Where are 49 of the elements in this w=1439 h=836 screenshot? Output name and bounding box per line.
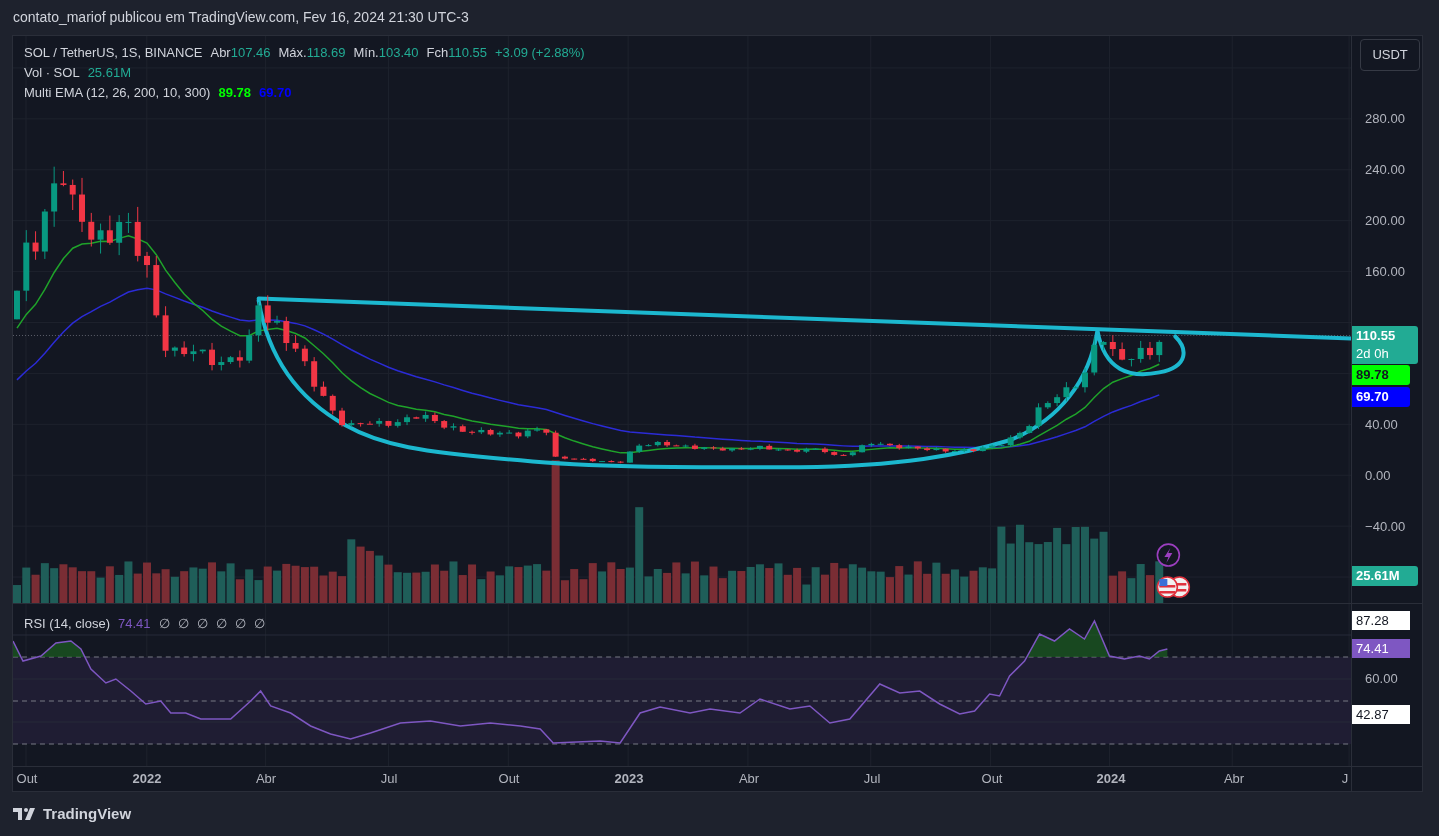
rsi-tick: 60.00 (1365, 671, 1398, 687)
price-label: 25.61M (1352, 566, 1419, 586)
price-tick: 280.00 (1365, 111, 1405, 127)
price-label: 110.55 2d 0h (1352, 326, 1419, 364)
rsi-label: 42.87 (1352, 705, 1411, 724)
ohlc-value: Mín.103.40 (353, 44, 419, 61)
rsi-label: 87.28 (1352, 611, 1411, 630)
time-tick: Jul (863, 771, 881, 787)
price-label: 69.70 (1352, 387, 1411, 407)
indicator-value: ∅ (158, 615, 170, 632)
time-tick: Out (498, 771, 520, 787)
price-tick: 40.00 (1365, 417, 1398, 433)
time-tick: 2023 (614, 771, 644, 787)
ohlc-value: Fch110.55 (426, 44, 487, 61)
time-tick: Out (16, 771, 38, 787)
brand-name: TradingView (43, 803, 132, 824)
time-tick: Abr (1223, 771, 1245, 787)
currency-button[interactable]: USDT (1360, 39, 1421, 71)
indicator-label: Vol · SOL (24, 64, 80, 81)
time-tick: 2022 (132, 771, 162, 787)
indicator-value: ∅ (253, 615, 265, 632)
indicator-value: ∅ (177, 615, 189, 632)
time-tick: Abr (255, 771, 277, 787)
price-label: 89.78 (1352, 365, 1411, 385)
indicator-value: ∅ (234, 615, 246, 632)
price-tick: −40.00 (1365, 519, 1406, 535)
rsi-label: 74.41 (1352, 639, 1411, 658)
price-tick: 0.00 (1365, 468, 1391, 484)
ohlc-value: Máx.118.69 (278, 44, 346, 61)
time-tick: Jul (380, 771, 398, 787)
time-tick: J (1341, 771, 1349, 787)
price-tick: 160.00 (1365, 264, 1405, 280)
indicator-value: 89.78 (218, 84, 251, 101)
ohlc-value: Abr107.46 (210, 44, 271, 61)
publish-info: contato_mariof publicou em TradingView.com, Fev 16, 2024 21:30 UTC-3 (13, 8, 469, 27)
indicator-value: 69.70 (259, 84, 292, 101)
price-tick: 240.00 (1365, 162, 1405, 178)
indicator-label: RSI (14, close) (24, 615, 110, 632)
price-change: +3.09 (+2.88%) (494, 44, 585, 61)
indicator-value: 25.61M (87, 64, 131, 81)
time-tick: Abr (738, 771, 760, 787)
time-tick: Out (981, 771, 1003, 787)
symbol-title: SOL / TetherUS, 1S, BINANCE (24, 44, 203, 61)
indicator-value: ∅ (196, 615, 208, 632)
indicator-label: Multi EMA (12, 26, 200, 10, 300) (24, 84, 211, 101)
indicator-value: 74.41 (118, 615, 151, 632)
indicator-value: ∅ (215, 615, 227, 632)
price-tick: 200.00 (1365, 213, 1405, 229)
time-tick: 2024 (1096, 771, 1126, 787)
